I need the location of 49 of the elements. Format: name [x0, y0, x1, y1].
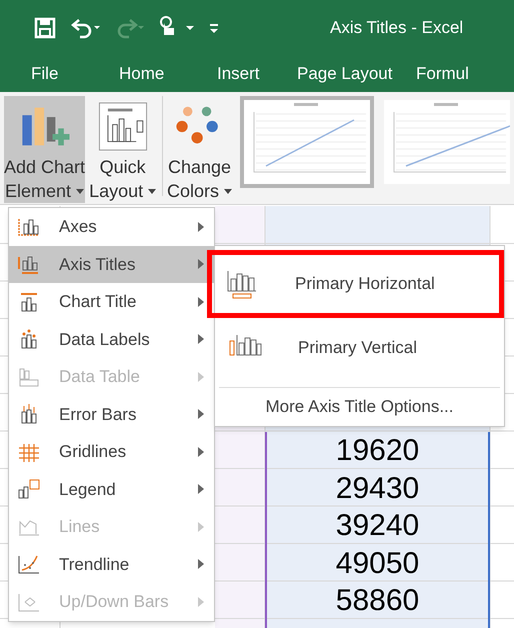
window-title: Axis Titles - Excel: [330, 16, 464, 39]
ribbon-tab[interactable]: Home: [119, 55, 217, 92]
submenu-arrow-icon: [198, 522, 204, 532]
submenu-arrow-icon: [198, 222, 204, 232]
ribbon-tab[interactable]: File: [31, 55, 119, 92]
submenu-arrow-icon: [198, 596, 204, 607]
undo-icon[interactable]: [70, 16, 100, 38]
table-cell-text: 49050: [334, 546, 420, 582]
submenu-arrow-icon: [198, 446, 204, 457]
ribbon-tab[interactable]: Page Layout: [297, 55, 416, 92]
quick-layout-icon: [96, 102, 149, 151]
data-table-icon: [17, 366, 41, 387]
caret-icon: [76, 189, 84, 196]
submenu-item[interactable]: Primary Horizontal: [212, 255, 499, 313]
up-down-bars-icon: [17, 592, 41, 612]
submenu-arrow-icon: [198, 334, 204, 344]
menu-item[interactable]: Gridlines: [9, 433, 214, 470]
gridlines-icon: [17, 442, 41, 462]
menu-item[interactable]: Chart Title: [9, 283, 214, 320]
axis-titles-icon: [17, 254, 41, 274]
caret-icon: [148, 189, 156, 196]
submenu-arrow-icon: [198, 259, 204, 270]
save-icon[interactable]: [34, 16, 56, 38]
submenu-arrow-icon: [198, 559, 204, 570]
ribbon-button[interactable]: Quick Layout: [89, 96, 156, 203]
ribbon-tab[interactable]: Insert: [217, 55, 297, 92]
menu-item[interactable]: Trendline: [9, 546, 214, 583]
menu-item[interactable]: Data Labels: [9, 320, 214, 358]
submenu-arrow-icon: [198, 372, 204, 382]
submenu-arrow-icon: [198, 409, 204, 420]
ribbon-button[interactable]: Change Colors: [166, 96, 232, 203]
submenu-arrow-icon: [198, 296, 204, 307]
submenu-item[interactable]: More Axis Title Options...: [215, 388, 504, 426]
menu-item[interactable]: Axis Titles: [9, 246, 214, 283]
submenu-item[interactable]: Primary Vertical: [215, 313, 504, 383]
table-cell-text: 39240: [334, 508, 420, 544]
table-cell-text: 58860: [334, 583, 420, 620]
menu-item[interactable]: Legend: [9, 470, 214, 508]
table-cell-text: 19620: [334, 433, 420, 470]
table-cell-text: 29430: [334, 470, 420, 507]
axes-icon: [17, 216, 41, 237]
trendline-icon: [17, 554, 41, 574]
submenu-arrow-icon: [198, 484, 204, 494]
legend-icon: [17, 479, 41, 500]
ribbon-tab[interactable]: Formul: [416, 55, 496, 92]
caret-icon: [224, 189, 232, 196]
menu-item[interactable]: Axes: [9, 208, 214, 246]
ribbon-button[interactable]: Add Chart Element: [4, 96, 86, 203]
menu-item[interactable]: Error Bars: [9, 396, 214, 433]
